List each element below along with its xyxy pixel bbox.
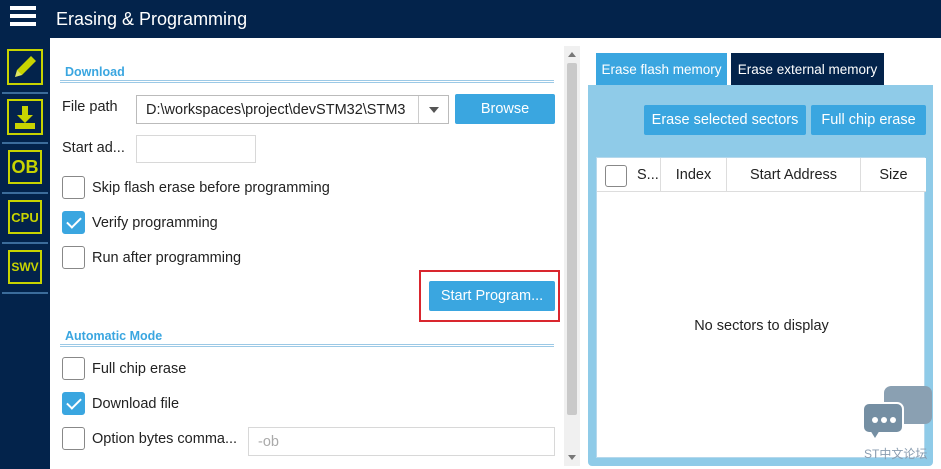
automatic-section-title: Automatic Mode [65,329,163,343]
highlight-box [419,270,560,322]
option-bytes-input[interactable]: -ob [248,427,555,456]
column-select[interactable]: S... [597,158,661,192]
scroll-up-icon[interactable] [568,52,576,57]
pencil-icon [7,49,43,85]
column-header-size[interactable]: Size [861,158,926,192]
column-header-index[interactable]: Index [661,158,727,192]
chevron-down-icon [429,107,439,113]
sidebar-item-edit[interactable] [6,48,44,86]
full-chip-erase-checkbox[interactable] [62,357,85,380]
divider [60,80,554,83]
table-header: S... Index Start Address Size [597,158,926,192]
start-address-input[interactable] [136,135,256,163]
watermark: ST中文论坛 [864,447,928,461]
hamburger-menu-icon[interactable] [10,6,36,30]
run-after-checkbox[interactable] [62,246,85,269]
verify-label: Verify programming [92,215,218,231]
sidebar-item-download[interactable] [6,98,44,136]
option-bytes-label: Option bytes comma... [92,431,238,447]
select-all-checkbox[interactable] [605,165,627,187]
sidebar-item-cpu[interactable]: CPU [6,198,44,236]
tab-erase-external[interactable]: Erase external memory [731,53,884,85]
download-file-label: Download file [92,396,180,412]
browse-button[interactable]: Browse [455,94,555,124]
column-header-start-address[interactable]: Start Address [727,158,861,192]
scroll-down-icon[interactable] [568,455,576,460]
download-file-checkbox[interactable] [62,392,85,415]
option-bytes-checkbox[interactable] [62,427,85,450]
option-bytes-placeholder: -ob [258,434,279,450]
swv-icon: SWV [8,250,42,284]
full-chip-erase-button[interactable]: Full chip erase [811,105,926,135]
erase-selected-sectors-button[interactable]: Erase selected sectors [644,105,806,135]
skip-erase-checkbox[interactable] [62,176,85,199]
sidebar: OB CPU SWV [0,38,50,469]
dropdown-toggle[interactable] [418,96,448,123]
file-path-value: D:\workspaces\project\devSTM32\STM3 [146,102,406,118]
page-title: Erasing & Programming [56,9,248,29]
divider [60,344,554,347]
verify-checkbox[interactable] [62,211,85,234]
title-bar: Erasing & Programming [0,0,941,38]
scrollbar[interactable] [564,46,580,466]
download-panel: Download File path D:\workspaces\project… [50,38,580,469]
tab-erase-flash[interactable]: Erase flash memory [596,53,727,85]
file-path-select[interactable]: D:\workspaces\project\devSTM32\STM3 [136,95,449,124]
chat-icon [862,386,932,446]
start-address-label: Start ad... [62,140,125,156]
download-icon [7,99,43,135]
run-after-label: Run after programming [92,250,242,266]
download-section-title: Download [65,65,125,79]
empty-message: No sectors to display [694,318,829,334]
full-chip-erase-label: Full chip erase [92,361,187,377]
skip-erase-label: Skip flash erase before programming [92,180,330,196]
scroll-thumb[interactable] [567,63,577,415]
file-path-label: File path [62,99,118,115]
cpu-icon: CPU [8,200,42,234]
column-header-s: S... [637,167,659,183]
ob-icon: OB [8,150,42,184]
sidebar-item-swv[interactable]: SWV [6,248,44,286]
sidebar-item-ob[interactable]: OB [6,148,44,186]
